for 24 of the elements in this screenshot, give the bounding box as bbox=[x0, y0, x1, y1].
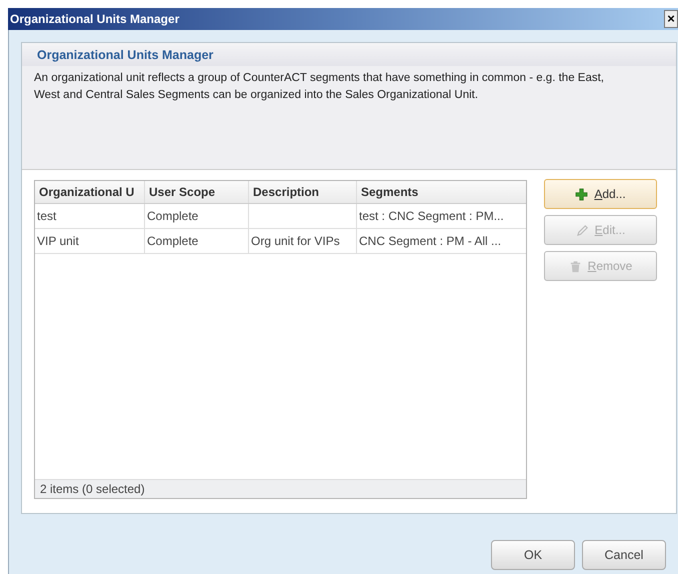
item-count: 2 items (0 selected) bbox=[40, 482, 145, 496]
cancel-button[interactable]: Cancel bbox=[582, 540, 666, 570]
plus-icon bbox=[575, 188, 588, 200]
table-row[interactable]: test Complete test : CNC Segment : PM... bbox=[35, 204, 526, 229]
column-header[interactable]: User Scope bbox=[145, 181, 249, 203]
table-cell: Org unit for VIPs bbox=[251, 234, 340, 248]
close-button[interactable]: × bbox=[664, 10, 678, 28]
table-cell: test : CNC Segment : PM... bbox=[359, 209, 504, 223]
ok-button[interactable]: OK bbox=[491, 540, 575, 570]
column-header[interactable]: Segments bbox=[357, 181, 526, 203]
pencil-icon bbox=[576, 224, 589, 236]
trash-icon bbox=[568, 260, 582, 272]
column-header[interactable]: Description bbox=[249, 181, 357, 203]
panel-title: Organizational Units Manager bbox=[37, 48, 214, 62]
table-cell: test bbox=[37, 209, 56, 223]
table-cell: VIP unit bbox=[37, 234, 79, 248]
table-cell: Complete bbox=[147, 234, 198, 248]
panel-description: An organizational unit reflects a group of CounterACT segments that have something in common - e.g. the East, West and Central Sales Segments can be organized into the Sales Organizational Unit. bbox=[22, 66, 676, 170]
window-title: Organizational Units Manager bbox=[10, 12, 180, 26]
table-row[interactable]: VIP unit Complete Org unit for VIPs CNC Segment : PM - All ... bbox=[35, 229, 526, 254]
column-header[interactable]: Organizational U bbox=[35, 181, 145, 203]
table-cell: CNC Segment : PM - All ... bbox=[359, 234, 502, 248]
add-button[interactable]: Add... bbox=[544, 179, 657, 209]
table-cell: Complete bbox=[147, 209, 198, 223]
